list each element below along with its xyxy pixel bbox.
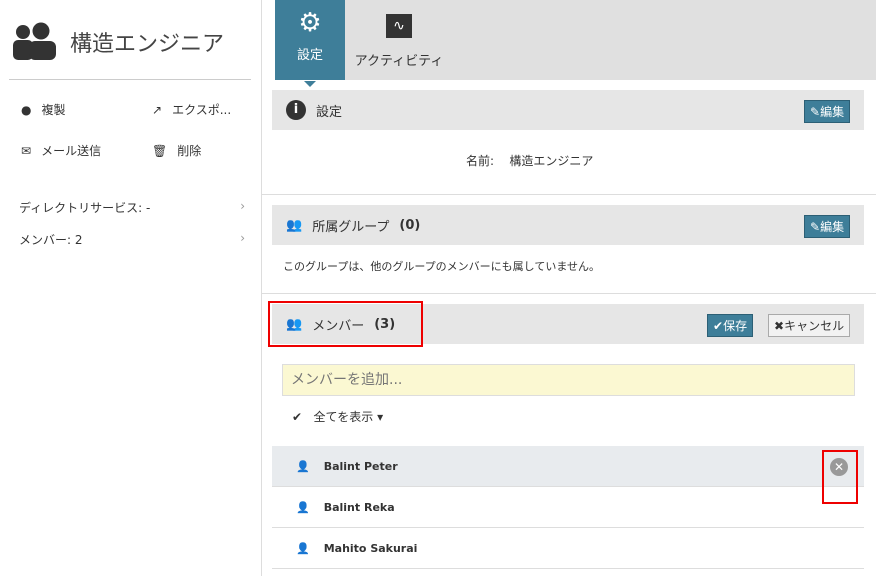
external-link-icon: ↗ — [152, 102, 163, 117]
tab-label: 設定 — [296, 48, 323, 63]
user-icon: 👤 — [296, 459, 310, 473]
tab-label: アクティビティ — [354, 54, 444, 69]
member-row[interactable]: 👤 Mahito Sakurai — [272, 528, 864, 569]
check-icon: ✔ — [292, 410, 303, 424]
chevron-right-icon: › — [240, 199, 245, 213]
save-button[interactable]: ✔保存 — [707, 314, 754, 337]
show-all-dropdown[interactable]: ✔ 全てを表示 ▾ — [292, 408, 383, 425]
export-button[interactable]: ↗ エクスポ... — [152, 101, 231, 118]
chevron-right-icon: › — [240, 231, 245, 245]
show-all-label: 全てを表示 — [313, 410, 374, 424]
activity-icon: ∿ — [386, 14, 412, 38]
name-value: 構造エンジニア — [509, 154, 594, 168]
caret-down-icon: ▾ — [377, 410, 384, 424]
add-member-input[interactable] — [282, 364, 855, 396]
gear-icon: ⚙ — [298, 8, 322, 38]
name-label: 名前: — [466, 154, 495, 168]
member-name: Balint Reka — [323, 500, 395, 514]
nav-members[interactable]: メンバー: 2 › — [19, 231, 245, 248]
divider — [262, 293, 876, 294]
group-icon — [13, 22, 56, 60]
user-icon: 👤 — [296, 500, 310, 514]
edit-settings-button[interactable]: ✎編集 — [804, 100, 851, 123]
envelope-icon: ✉ — [21, 143, 32, 158]
tab-bar: ⚙ 設定 ∿ アクティビティ — [275, 0, 876, 87]
member-row[interactable]: 👤 Balint Reka — [272, 487, 864, 528]
member-name: Balint Peter — [323, 459, 398, 473]
member-name: Mahito Sakurai — [323, 541, 418, 555]
nav-label: メンバー: 2 — [19, 233, 83, 247]
duplicate-button[interactable]: ● 複製 — [21, 101, 66, 118]
groups-title: 所属グループ — [312, 219, 390, 235]
duplicate-label: 複製 — [41, 103, 66, 117]
nav-label: ディレクトリサービス: - — [19, 201, 151, 215]
delete-button[interactable]: 🗑 削除 — [152, 142, 201, 159]
groups-empty-message: このグループは、他のグループのメンバーにも属していません。 — [283, 260, 601, 273]
group-title: 構造エンジニア — [70, 32, 225, 57]
delete-label: 削除 — [177, 144, 202, 158]
settings-header: i 設定 — [272, 90, 864, 130]
divider — [9, 79, 251, 80]
email-label: メール送信 — [41, 144, 102, 158]
trash-icon: 🗑 — [152, 143, 168, 158]
sidebar: 構造エンジニア ● 複製 ↗ エクスポ... ✉ メール送信 🗑 削除 ディレクトリサー… — [0, 0, 262, 576]
nav-directory-service[interactable]: ディレクトリサービス: - › — [19, 199, 245, 216]
export-label: エクスポ... — [172, 103, 232, 117]
settings-title: 設定 — [316, 104, 343, 120]
divider — [262, 194, 876, 195]
tab-activity[interactable]: ∿ アクティビティ — [351, 0, 447, 80]
edit-groups-button[interactable]: ✎編集 — [804, 215, 851, 238]
group-icon: 👥 — [286, 217, 303, 233]
cancel-button[interactable]: ✖キャンセル — [768, 314, 851, 337]
info-icon: i — [286, 100, 306, 120]
duplicate-icon: ● — [21, 102, 32, 117]
groups-header: 👥 所属グループ (0) — [272, 205, 864, 245]
groups-count: (0) — [399, 217, 421, 233]
email-button[interactable]: ✉ メール送信 — [21, 142, 101, 159]
user-icon: 👤 — [296, 541, 310, 555]
member-row[interactable]: 👤 Balint Peter — [272, 446, 864, 487]
tab-settings[interactable]: ⚙ 設定 — [275, 0, 345, 87]
highlight-box — [268, 301, 423, 347]
name-field: 名前: 構造エンジニア — [466, 152, 593, 169]
